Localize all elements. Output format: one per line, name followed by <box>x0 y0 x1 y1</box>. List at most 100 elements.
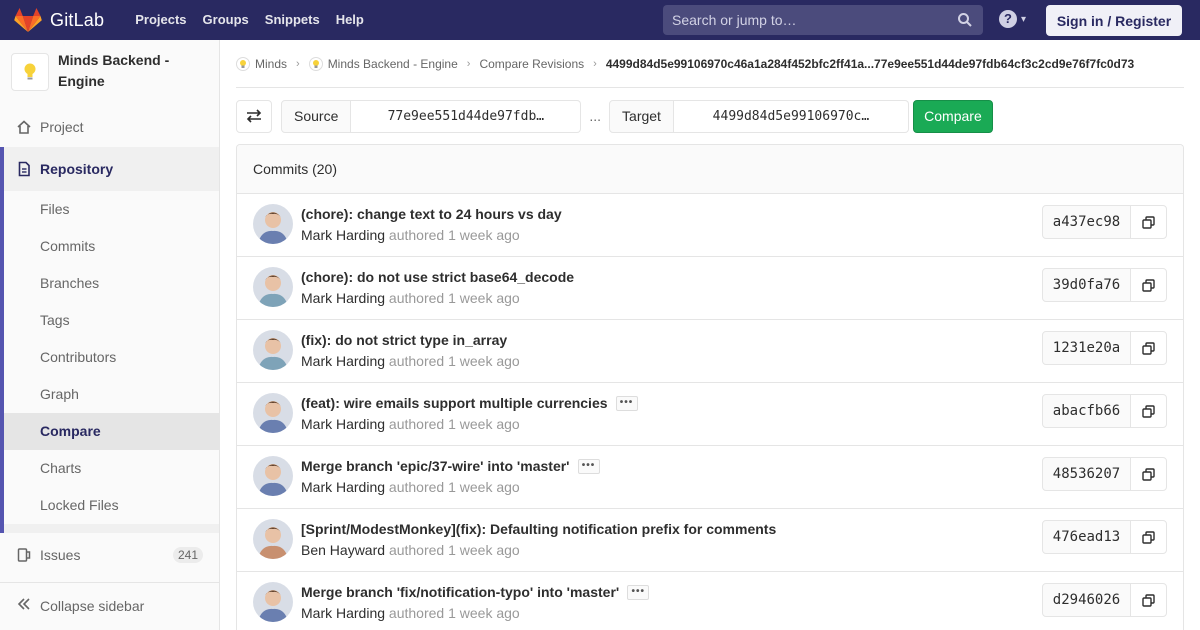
commit-meta: Mark Harding authored 1 week ago <box>301 290 520 306</box>
issues-count-badge: 241 <box>172 547 203 563</box>
avatar[interactable] <box>253 519 293 559</box>
lightbulb-icon <box>236 56 250 71</box>
copy-sha-button[interactable] <box>1130 394 1167 428</box>
commit-author[interactable]: Ben Hayward <box>301 542 385 558</box>
commit-title-row: (chore): change text to 24 hours vs day <box>301 206 562 222</box>
commit-author[interactable]: Mark Harding <box>301 353 385 369</box>
commit-author[interactable]: Mark Harding <box>301 227 385 243</box>
double-chevron-left-icon <box>16 596 32 617</box>
avatar[interactable] <box>253 393 293 433</box>
commit-sha[interactable]: abacfb66 <box>1042 394 1131 428</box>
sidebar-subitem-compare[interactable]: Compare <box>4 413 219 450</box>
nav-projects[interactable]: Projects <box>128 0 193 40</box>
commit-sha[interactable]: a437ec98 <box>1042 205 1131 239</box>
breadcrumb-current[interactable]: 4499d84d5e99106970c46a1a284f452bfc2ff41a… <box>606 57 1134 71</box>
commit-title[interactable]: (fix): do not strict type in_array <box>301 332 507 348</box>
sidebar-item-repository[interactable]: Repository <box>0 147 219 191</box>
nav-snippets[interactable]: Snippets <box>258 0 327 40</box>
swap-revisions-button[interactable] <box>236 99 272 133</box>
commit-time: 1 week ago <box>448 605 520 621</box>
breadcrumb-item-project[interactable]: Minds Backend - Engine <box>308 56 458 71</box>
commit-sha[interactable]: 48536207 <box>1042 457 1131 491</box>
copy-sha-button[interactable] <box>1130 205 1167 239</box>
copy-sha-button[interactable] <box>1130 457 1167 491</box>
commit-title[interactable]: (feat): wire emails support multiple cur… <box>301 395 608 411</box>
sidebar-subitem-locked-files[interactable]: Locked Files <box>4 487 219 524</box>
source-revision-dropdown[interactable]: 77e9ee551d44de97fdb… <box>351 99 582 133</box>
avatar[interactable] <box>253 204 293 244</box>
swap-arrows-icon <box>246 109 262 123</box>
copy-sha-button[interactable] <box>1130 331 1167 365</box>
commit-authored-word: authored <box>388 290 445 306</box>
sidebar-subitem-files[interactable]: Files <box>4 191 219 228</box>
commit-title[interactable]: Merge branch 'epic/37-wire' into 'master… <box>301 458 570 474</box>
commit-author[interactable]: Mark Harding <box>301 605 385 621</box>
sidebar-item-issues[interactable]: Issues 241 <box>0 536 219 574</box>
commit-author[interactable]: Mark Harding <box>301 290 385 306</box>
copy-icon <box>1142 467 1155 481</box>
commit-author[interactable]: Mark Harding <box>301 416 385 432</box>
sidebar-project-header[interactable]: Minds Backend - Engine <box>0 40 219 108</box>
commit-meta: Ben Hayward authored 1 week ago <box>301 542 520 558</box>
commit-sha[interactable]: d2946026 <box>1042 583 1131 617</box>
sidebar-subitem-tags[interactable]: Tags <box>4 302 219 339</box>
copy-sha-button[interactable] <box>1130 583 1167 617</box>
search-placeholder: Search or jump to… <box>672 12 797 28</box>
sidebar-item-label: Repository <box>40 161 114 177</box>
copy-sha-button[interactable] <box>1130 268 1167 302</box>
commit-title[interactable]: [Sprint/ModestMonkey](fix): Defaulting n… <box>301 521 776 537</box>
commit-sha[interactable]: 476ead13 <box>1042 520 1131 554</box>
copy-sha-button[interactable] <box>1130 520 1167 554</box>
commit-row: (feat): wire emails support multiple cur… <box>237 383 1183 446</box>
collapse-sidebar-button[interactable]: Collapse sidebar <box>0 588 219 624</box>
help-dropdown[interactable]: ? ▾ <box>999 10 1026 28</box>
commit-sha[interactable]: 1231e20a <box>1042 331 1131 365</box>
avatar[interactable] <box>253 456 293 496</box>
chevron-right-icon: › <box>466 57 471 70</box>
lightbulb-icon <box>24 63 36 80</box>
commit-title[interactable]: (chore): change text to 24 hours vs day <box>301 206 562 222</box>
sidebar-item-project[interactable]: Project <box>0 108 219 146</box>
toggle-commit-description-button[interactable]: ••• <box>627 584 650 600</box>
commit-meta: Mark Harding authored 1 week ago <box>301 479 520 495</box>
commit-meta: Mark Harding authored 1 week ago <box>301 416 520 432</box>
nav-groups[interactable]: Groups <box>196 0 256 40</box>
avatar[interactable] <box>253 267 293 307</box>
sidebar-subitem-contributors[interactable]: Contributors <box>4 339 219 376</box>
commit-title[interactable]: (chore): do not use strict base64_decode <box>301 269 574 285</box>
breadcrumb-item-compare[interactable]: Compare Revisions <box>479 57 584 71</box>
source-label: Source <box>281 99 352 133</box>
home-icon <box>16 119 32 135</box>
commit-meta: Mark Harding authored 1 week ago <box>301 353 520 369</box>
commit-row: Merge branch 'epic/37-wire' into 'master… <box>237 446 1183 509</box>
breadcrumb-item-group[interactable]: Minds <box>236 56 287 71</box>
commit-authored-word: authored <box>388 227 445 243</box>
sidebar-subitem-branches[interactable]: Branches <box>4 265 219 302</box>
toggle-commit-description-button[interactable]: ••• <box>615 395 638 411</box>
gitlab-home-link[interactable]: GitLab <box>14 7 128 33</box>
chevron-down-icon: ▾ <box>1021 13 1027 25</box>
copy-icon <box>1142 404 1155 418</box>
commit-row: (fix): do not strict type in_array Mark … <box>237 320 1183 383</box>
commit-sha[interactable]: 39d0fa76 <box>1042 268 1131 302</box>
search-input[interactable]: Search or jump to… <box>663 5 983 35</box>
avatar[interactable] <box>253 582 293 622</box>
sidebar-subitem-graph[interactable]: Graph <box>4 376 219 413</box>
breadcrumb-label: Minds Backend - Engine <box>327 56 458 71</box>
commit-title[interactable]: Merge branch 'fix/notification-typo' int… <box>301 584 619 600</box>
issues-icon <box>16 547 32 563</box>
commit-authored-word: authored <box>388 605 445 621</box>
copy-icon <box>1142 278 1155 292</box>
sidebar-subitem-commits[interactable]: Commits <box>4 228 219 265</box>
avatar[interactable] <box>253 330 293 370</box>
commit-author[interactable]: Mark Harding <box>301 479 385 495</box>
toggle-commit-description-button[interactable]: ••• <box>577 458 600 474</box>
compare-button[interactable]: Compare <box>912 99 993 133</box>
sign-in-button[interactable]: Sign in / Register <box>1046 5 1182 36</box>
nav-help[interactable]: Help <box>329 0 371 40</box>
target-revision-dropdown[interactable]: 4499d84d5e99106970c… <box>673 99 909 133</box>
commit-title-row: (fix): do not strict type in_array <box>301 332 507 348</box>
search-icon <box>958 13 972 27</box>
nav-links: Projects Groups Snippets Help <box>128 0 373 40</box>
sidebar-subitem-charts[interactable]: Charts <box>4 450 219 487</box>
